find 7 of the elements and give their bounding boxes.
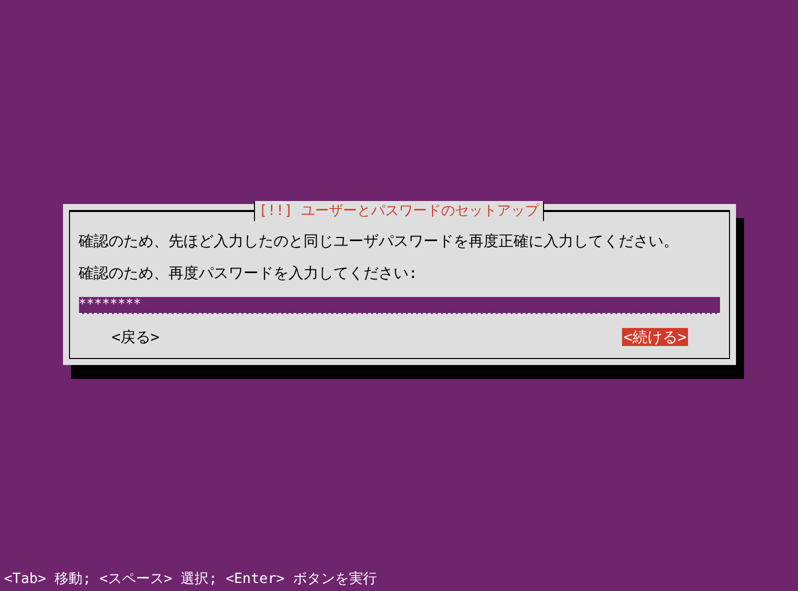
dialog-button[interactable]: <続ける> — [622, 328, 688, 346]
message-text: 確認のため、先ほど入力したのと同じユーザパスワードを再度正確に入力してください。 — [78, 231, 680, 251]
prompt-text: 確認のため、再度パスワードを入力してください: — [78, 263, 419, 283]
key-help-text: <Tab> 移動; <スペース> 選択; <Enter> ボタンを実行 — [3, 570, 378, 589]
dialog-button[interactable]: <戻る> — [110, 328, 161, 346]
password-field[interactable]: ******** — [78, 297, 720, 314]
dialog-title: [!!] ユーザーとパスワードのセットアップ — [254, 201, 544, 221]
